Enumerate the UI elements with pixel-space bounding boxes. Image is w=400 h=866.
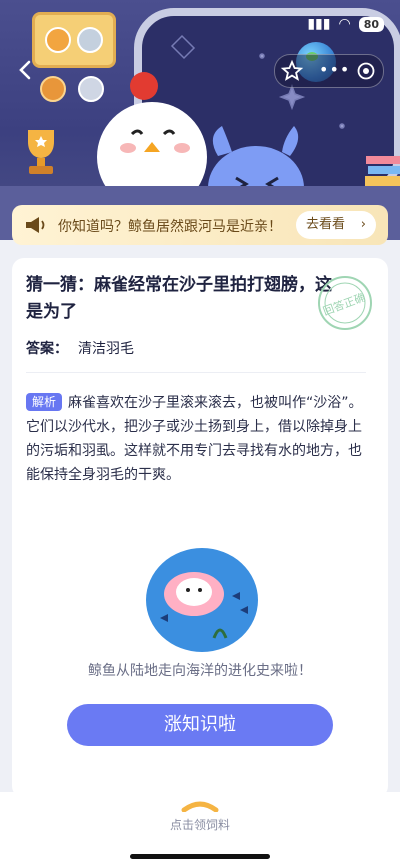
wifi-icon: ◠ bbox=[338, 16, 351, 32]
answer-label: 答案： bbox=[26, 341, 68, 357]
question-title: 猜一猜：麻雀经常在沙子里拍打翅膀，这是为了 bbox=[26, 275, 332, 322]
signal-icon: ▮▮▮ bbox=[307, 16, 331, 32]
home-indicator bbox=[130, 854, 270, 859]
star-icon[interactable] bbox=[279, 58, 305, 84]
analysis-tag: 解析 bbox=[26, 393, 63, 411]
go-see-label: 去看看 bbox=[306, 217, 346, 232]
medal-board bbox=[32, 12, 116, 68]
answer-value: 清洁羽毛 bbox=[78, 341, 134, 357]
learn-more-button[interactable]: 涨知识啦 bbox=[67, 704, 333, 746]
analysis-block: 解析 麻雀喜欢在沙子里滚来滚去，也被叫作“沙浴”。它们以沙代水，把沙子或沙土扬到身… bbox=[26, 391, 372, 487]
divider bbox=[26, 372, 366, 373]
bronze-medal-icon bbox=[40, 76, 66, 102]
claim-feed-label[interactable]: 点击领饲料 bbox=[0, 816, 400, 833]
trophy-icon bbox=[28, 130, 54, 174]
analysis-text: 麻雀喜欢在沙子里滚来滚去，也被叫作“沙浴”。它们以沙代水，把沙子或沙土扬到身上，… bbox=[26, 395, 363, 483]
question-card: 猜一猜：麻雀经常在沙子里拍打翅膀，这是为了 回答正确 答案： 清洁羽毛 解析 麻雀喜… bbox=[12, 258, 388, 798]
promo-caption: 鲸鱼从陆地走向海洋的进化史来啦！ bbox=[88, 663, 312, 679]
go-see-button[interactable]: 去看看 › bbox=[296, 211, 376, 239]
answer-row: 答案： 清洁羽毛 bbox=[26, 338, 134, 358]
target-icon[interactable] bbox=[357, 62, 375, 80]
back-chevron-icon[interactable] bbox=[14, 58, 38, 82]
horn-icon bbox=[26, 217, 45, 233]
chevron-right-icon: › bbox=[360, 217, 366, 232]
notice-text: 你知道吗？鲸鱼居然跟河马是近亲！ bbox=[58, 219, 282, 235]
whale-illustration bbox=[146, 548, 258, 652]
books-decoration bbox=[365, 156, 400, 186]
status-bar: ▮▮▮ ◠ 80 bbox=[307, 16, 384, 32]
more-icon[interactable]: ••• bbox=[319, 62, 350, 78]
correct-stamp: 回答正确 bbox=[316, 274, 374, 332]
handle-icon bbox=[181, 801, 219, 812]
notice-banner[interactable]: 你知道吗？鲸鱼居然跟河马是近亲！ 去看看 › bbox=[12, 205, 388, 245]
hero-banner: ▮▮▮ ◠ 80 ••• bbox=[0, 0, 400, 240]
mini-program-capsule: ••• bbox=[274, 54, 384, 88]
battery-indicator: 80 bbox=[358, 16, 384, 32]
